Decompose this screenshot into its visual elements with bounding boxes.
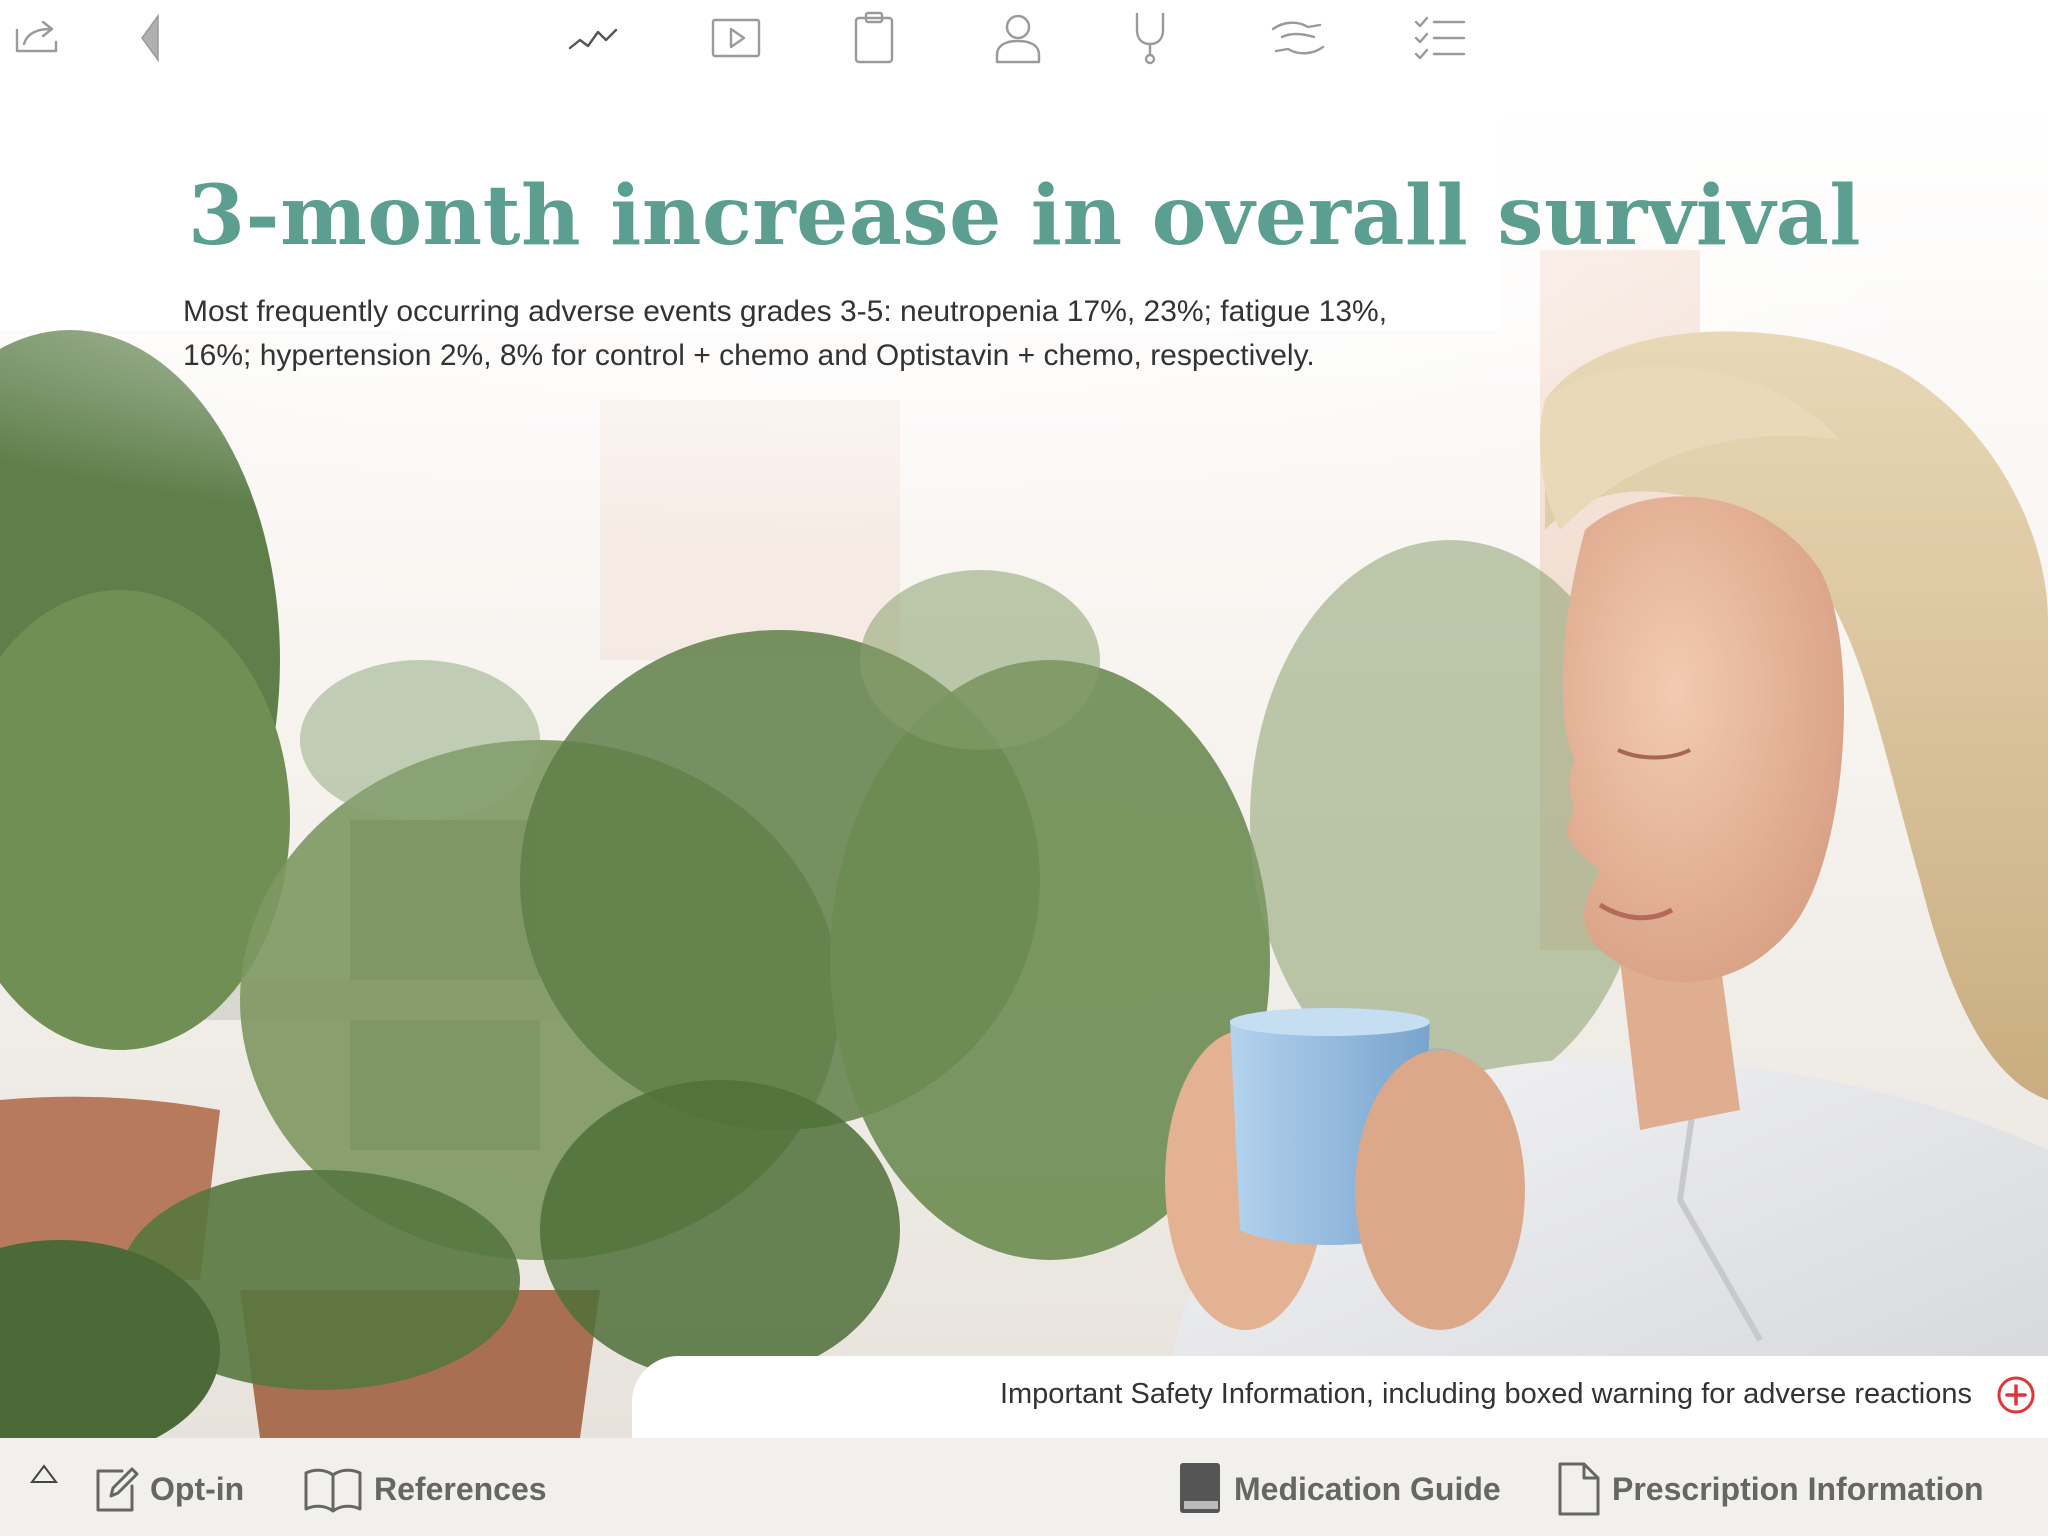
share-icon[interactable] <box>8 8 68 68</box>
collapse-caret-icon[interactable] <box>26 1460 62 1488</box>
medication-guide-button[interactable]: Medication Guide <box>1176 1463 1501 1514</box>
edit-icon <box>96 1467 139 1512</box>
opt-in-button[interactable]: Opt-in <box>92 1464 244 1514</box>
page-title: 3-month increase in overall survival <box>188 168 1862 264</box>
subtitle-line-1: Most frequently occurring adverse events… <box>183 295 1388 328</box>
bottom-toolbar: Opt-in References Medication Guide Presc… <box>0 1438 2048 1536</box>
references-button[interactable]: References <box>302 1464 547 1514</box>
document-icon <box>1558 1462 1600 1516</box>
medication-guide-label: Medication Guide <box>1234 1470 1501 1507</box>
checklist-icon[interactable] <box>1410 8 1470 68</box>
references-label: References <box>374 1470 547 1507</box>
prescription-information-button[interactable]: Prescription Information <box>1556 1462 1984 1516</box>
prescription-information-label: Prescription Information <box>1612 1470 1984 1507</box>
trend-icon[interactable] <box>564 8 624 68</box>
opt-in-label: Opt-in <box>150 1470 245 1507</box>
stethoscope-icon[interactable] <box>1120 8 1180 68</box>
expand-plus-icon[interactable] <box>1996 1375 2036 1415</box>
video-icon[interactable] <box>706 8 766 68</box>
safety-info-tab[interactable]: Important Safety Information, including … <box>632 1356 2048 1438</box>
clipboard-icon[interactable] <box>844 8 904 68</box>
book-icon <box>304 1468 362 1513</box>
hands-icon[interactable] <box>1268 8 1328 68</box>
guide-book-icon <box>1180 1463 1220 1513</box>
subtitle-line-2: 16%; hypertension 2%, 8% for control + c… <box>183 339 1315 372</box>
back-icon[interactable] <box>118 8 178 68</box>
safety-info-label: Important Safety Information, including … <box>999 1378 1972 1410</box>
adverse-events-summary: Most frequently occurring adverse events… <box>183 290 1533 378</box>
patient-icon[interactable] <box>988 8 1048 68</box>
